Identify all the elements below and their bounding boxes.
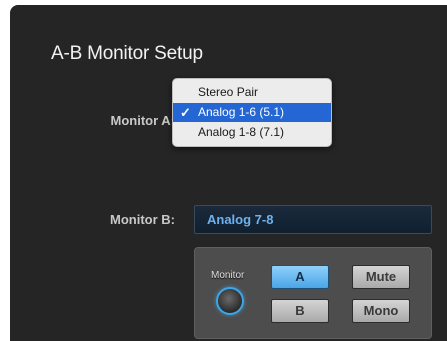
- a-button[interactable]: A: [271, 265, 329, 289]
- menu-item-analog-1-6[interactable]: ✓ Analog 1-6 (5.1): [173, 103, 331, 122]
- monitor-a-dropdown-menu: Stereo Pair ✓ Analog 1-6 (5.1) Analog 1-…: [172, 78, 332, 147]
- mono-button[interactable]: Mono: [352, 299, 410, 323]
- monitor-b-select[interactable]: Analog 7-8: [194, 205, 432, 234]
- monitor-b-label: Monitor B:: [110, 212, 175, 227]
- monitor-setup-panel: A-B Monitor Setup Monitor A: Monitor B: …: [10, 5, 447, 341]
- menu-item-stereo-pair[interactable]: Stereo Pair: [173, 83, 331, 102]
- mute-button[interactable]: Mute: [352, 265, 410, 289]
- menu-item-analog-1-8[interactable]: Analog 1-8 (7.1): [173, 123, 331, 142]
- monitor-control-box: Monitor A B Mute Mono: [194, 247, 432, 339]
- menu-item-label: Analog 1-8 (7.1): [198, 125, 285, 139]
- menu-item-label: Stereo Pair: [198, 85, 259, 99]
- monitor-knob[interactable]: [216, 287, 244, 315]
- checkmark-icon: ✓: [180, 105, 191, 120]
- page-title: A-B Monitor Setup: [51, 43, 203, 64]
- monitor-knob-label: Monitor: [211, 270, 245, 281]
- monitor-a-label: Monitor A:: [110, 113, 176, 128]
- b-button[interactable]: B: [271, 299, 329, 323]
- menu-item-label: Analog 1-6 (5.1): [198, 105, 285, 119]
